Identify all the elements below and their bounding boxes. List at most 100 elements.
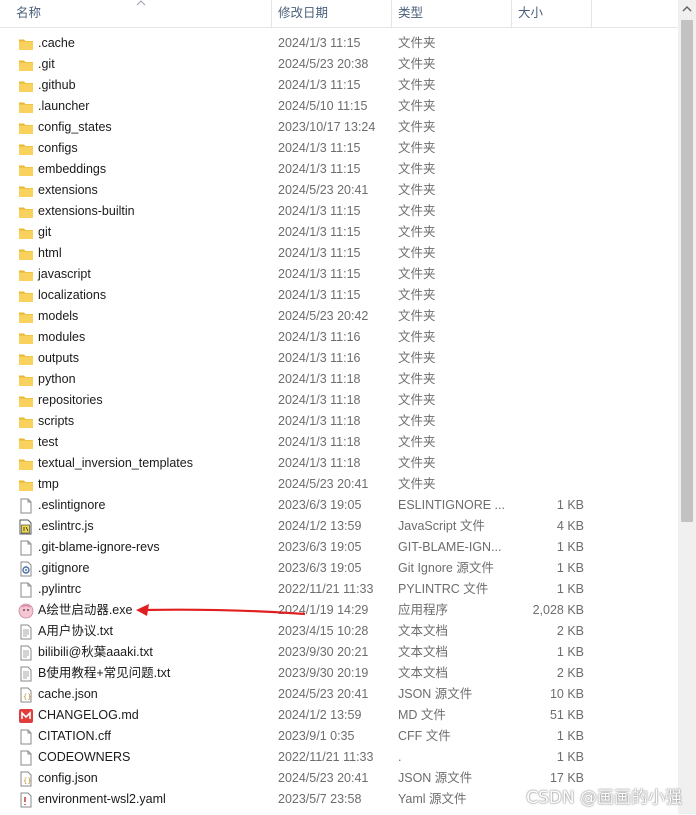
file-name: modules: [38, 330, 86, 344]
file-row[interactable]: scripts 2024/1/3 11:18 文件夹: [0, 411, 678, 432]
folder-icon: [18, 309, 34, 325]
file-name: .launcher: [38, 99, 90, 113]
column-header-type[interactable]: 类型: [392, 0, 510, 27]
file-row[interactable]: modules 2024/1/3 11:16 文件夹: [0, 327, 678, 348]
file-type: 文件夹: [398, 99, 436, 113]
file-modified-date: 2023/9/30 20:19: [278, 666, 369, 680]
file-row[interactable]: CHANGELOG.md 2024/1/2 13:59 MD 文件 51 KB: [0, 705, 678, 726]
column-header-size[interactable]: 大小: [512, 0, 590, 27]
file-modified-date: 2024/1/3 11:18: [278, 414, 361, 428]
file-modified-date: 2023/6/3 19:05: [278, 498, 362, 512]
file-row[interactable]: B使用教程+常见问题.txt 2023/9/30 20:19 文本文档 2 KB: [0, 663, 678, 684]
file-name: tmp: [38, 477, 59, 491]
file-name: localizations: [38, 288, 107, 302]
file-type: 应用程序: [398, 603, 449, 617]
folder-icon: [18, 414, 34, 430]
file-row[interactable]: html 2024/1/3 11:15 文件夹: [0, 243, 678, 264]
file-name: CITATION.cff: [38, 729, 111, 743]
folder-icon: [18, 36, 34, 52]
file-modified-date: 2023/6/3 19:05: [278, 561, 362, 575]
file-row[interactable]: .gitignore 2023/6/3 19:05 Git Ignore 源文件 1 …: [0, 558, 678, 579]
file-modified-date: 2023/5/7 23:58: [278, 792, 362, 806]
file-row[interactable]: extensions 2024/5/23 20:41 文件夹: [0, 180, 678, 201]
file-name: .eslintignore: [38, 498, 106, 512]
file-row[interactable]: test 2024/1/3 11:18 文件夹: [0, 432, 678, 453]
folder-icon: [18, 456, 34, 472]
file-type: 文件夹: [398, 330, 436, 344]
file-row[interactable]: config_states 2023/10/17 13:24 文件夹: [0, 117, 678, 138]
file-row[interactable]: CODEOWNERS 2022/11/21 11:33. 1 KB: [0, 747, 678, 768]
file-name: textual_inversion_templates: [38, 456, 193, 470]
column-divider[interactable]: [591, 0, 592, 27]
file-row[interactable]: models 2024/5/23 20:42 文件夹: [0, 306, 678, 327]
file-row[interactable]: embeddings 2024/1/3 11:15 文件夹: [0, 159, 678, 180]
file-modified-date: 2024/1/3 11:18: [278, 372, 361, 386]
file-row[interactable]: .github 2024/1/3 11:15 文件夹: [0, 75, 678, 96]
file-row[interactable]: python 2024/1/3 11:18 文件夹: [0, 369, 678, 390]
file-name: scripts: [38, 414, 75, 428]
file-row[interactable]: .git-blame-ignore-revs 2023/6/3 19:05 GIT-…: [0, 537, 678, 558]
scroll-up-arrow-icon[interactable]: [678, 0, 696, 18]
file-name: embeddings: [38, 162, 107, 176]
file-row[interactable]: localizations 2024/1/3 11:15 文件夹: [0, 285, 678, 306]
file-modified-date: 2024/5/23 20:41: [278, 687, 369, 701]
file-size: 1 KB: [556, 540, 584, 554]
file-row[interactable]: {} cache.json 2024/5/23 20:41 JSON 源文件 10 KB: [0, 684, 678, 705]
file-size: 2,028 KB: [532, 603, 584, 617]
vertical-scrollbar[interactable]: [678, 0, 696, 814]
file-row[interactable]: .cache 2024/1/3 11:15 文件夹: [0, 33, 678, 54]
file-modified-date: 2024/1/2 13:59: [278, 708, 362, 722]
file-row[interactable]: .eslintrc.js 2024/1/2 13:59 JavaScript 文件 4…: [0, 516, 678, 537]
file-row[interactable]: configs 2024/1/3 11:15 文件夹: [0, 138, 678, 159]
file-icon: [18, 540, 34, 556]
file-modified-date: 2024/1/3 11:15: [278, 204, 361, 218]
file-type: 文件夹: [398, 120, 436, 134]
file-size: 1 KB: [556, 561, 584, 575]
file-size: 10 KB: [549, 687, 584, 701]
file-row[interactable]: .eslintignore 2023/6/3 19:05 ESLINTIGNORE …: [0, 495, 678, 516]
file-type: ESLINTIGNORE ...: [398, 498, 505, 512]
file-row[interactable]: A绘世启动器.exe 2024/1/19 14:29 应用程序 2,028 KB: [0, 600, 678, 621]
folder-icon: [18, 57, 34, 73]
file-modified-date: 2023/4/15 10:28: [278, 624, 369, 638]
folder-icon: [18, 267, 34, 283]
file-name: .git-blame-ignore-revs: [38, 540, 160, 554]
file-row[interactable]: CITATION.cff 2023/9/1 0:35 CFF 文件 1 KB: [0, 726, 678, 747]
file-modified-date: 2024/5/10 11:15: [278, 99, 368, 113]
file-type: 文件夹: [398, 246, 436, 260]
file-row[interactable]: .pylintrc 2022/11/21 11:33 PYLINTRC 文件 1 KB: [0, 579, 678, 600]
file-row[interactable]: .launcher 2024/5/10 11:15 文件夹: [0, 96, 678, 117]
file-icon: [18, 498, 34, 514]
file-name: bilibili@秋葉aaaki.txt: [38, 645, 153, 659]
column-header-date[interactable]: 修改日期: [272, 0, 390, 27]
file-size: 1 KB: [556, 750, 584, 764]
file-row[interactable]: bilibili@秋葉aaaki.txt 2023/9/30 20:21 文本文档 1…: [0, 642, 678, 663]
file-row[interactable]: javascript 2024/1/3 11:15 文件夹: [0, 264, 678, 285]
file-type: 文件夹: [398, 36, 436, 50]
scrollbar-thumb[interactable]: [681, 20, 693, 522]
file-modified-date: 2024/1/3 11:15: [278, 141, 361, 155]
file-row[interactable]: outputs 2024/1/3 11:16 文件夹: [0, 348, 678, 369]
file-row[interactable]: textual_inversion_templates 2024/1/3 11:1…: [0, 453, 678, 474]
file-size: 2 KB: [556, 624, 584, 638]
column-header-type-label: 类型: [398, 6, 424, 20]
file-modified-date: 2024/1/19 14:29: [278, 603, 369, 617]
folder-icon: [18, 99, 34, 115]
file-row[interactable]: repositories 2024/1/3 11:18 文件夹: [0, 390, 678, 411]
file-name: .gitignore: [38, 561, 90, 575]
file-size: 51 KB: [549, 708, 584, 722]
svg-text:{}: {}: [23, 777, 31, 785]
file-row[interactable]: A用户协议.txt 2023/4/15 10:28 文本文档 2 KB: [0, 621, 678, 642]
file-type: JSON 源文件: [398, 687, 473, 701]
file-modified-date: 2024/1/3 11:15: [278, 246, 361, 260]
folder-icon: [18, 120, 34, 136]
file-type: CFF 文件: [398, 729, 451, 743]
folder-icon: [18, 351, 34, 367]
file-row[interactable]: .git 2024/5/23 20:38 文件夹: [0, 54, 678, 75]
file-row[interactable]: git 2024/1/3 11:15 文件夹: [0, 222, 678, 243]
file-row[interactable]: tmp 2024/5/23 20:41 文件夹: [0, 474, 678, 495]
file-modified-date: 2024/1/3 11:15: [278, 267, 361, 281]
file-name: config_states: [38, 120, 112, 134]
file-name: javascript: [38, 267, 91, 281]
file-row[interactable]: extensions-builtin 2024/1/3 11:15 文件夹: [0, 201, 678, 222]
